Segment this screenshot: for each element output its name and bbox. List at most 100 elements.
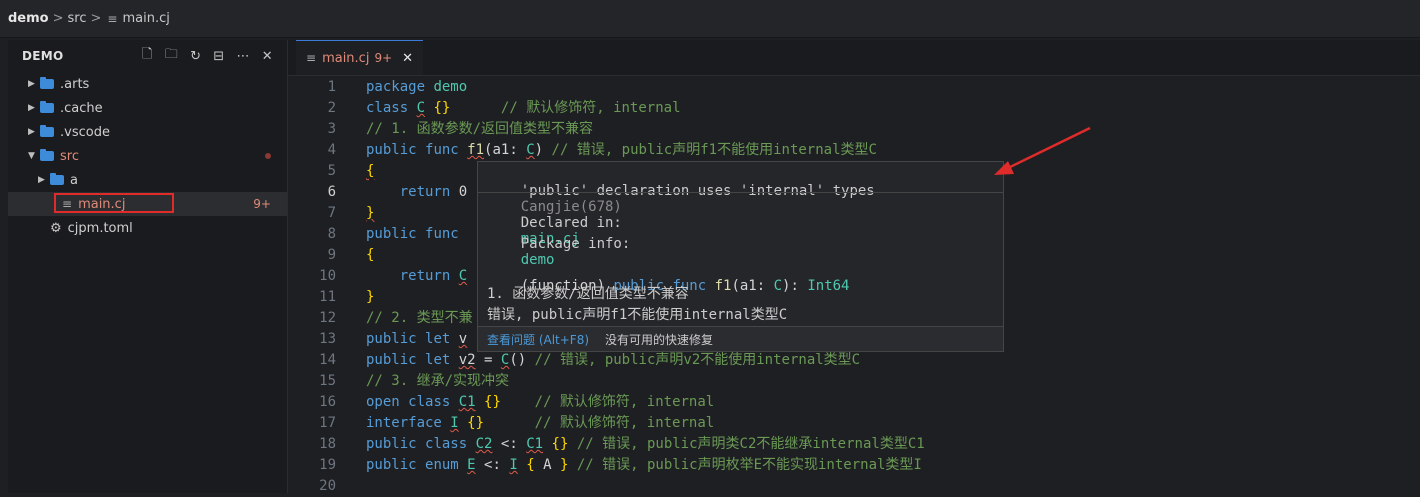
no-quick-fix-text: 没有可用的快速修复	[605, 332, 714, 347]
divider	[478, 192, 1003, 193]
breadcrumb-folder[interactable]: src	[68, 11, 87, 26]
chevron-right-icon: >	[90, 11, 102, 26]
code-text[interactable]: interface I {} // 默认修饰符, internal	[366, 413, 714, 434]
tab-problem-count: 9+	[374, 51, 393, 65]
folder-icon	[40, 125, 54, 137]
code-line[interactable]: 14 public let v2 = C() // 错误, public声明v2不…	[288, 350, 1420, 371]
code-line[interactable]: 2 class C {} // 默认修饰符, internal	[288, 98, 1420, 119]
folder-open-icon	[40, 149, 54, 161]
file-lines-icon: ≡	[306, 51, 317, 65]
package-label: Package info:	[520, 236, 631, 252]
tab-label: main.cj	[322, 50, 370, 66]
folder-icon	[50, 173, 64, 185]
code-text[interactable]: return C	[366, 266, 467, 287]
code-line[interactable]: 1 package demo	[288, 77, 1420, 98]
close-icon[interactable]: ✕	[262, 49, 273, 64]
code-text[interactable]: }	[366, 287, 374, 308]
code-text[interactable]: public let v	[366, 329, 467, 350]
chevron-down-icon: ▼	[28, 151, 35, 161]
explorer-sidebar: DEMO 🗋 🗀 ↻ ⊟ ⋯ ✕ ▶ .arts ▶ .cache ▶ .vsc…	[8, 40, 288, 493]
line-number: 2	[327, 100, 336, 116]
tree-item-arts[interactable]: ▶ .arts	[8, 72, 287, 96]
breadcrumb-root[interactable]: demo	[8, 11, 49, 26]
close-icon[interactable]: ✕	[402, 51, 413, 66]
code-text[interactable]: public func f1(a1: C) // 错误, public声明f1不…	[366, 140, 877, 161]
line-number: 6	[327, 184, 336, 200]
tree-item-vscode[interactable]: ▶ .vscode	[8, 120, 287, 144]
collapse-all-icon[interactable]: ⊟	[213, 49, 224, 64]
line-number: 16	[319, 394, 336, 410]
code-line[interactable]: 17 interface I {} // 默认修饰符, internal	[288, 413, 1420, 434]
tree-item-label: a	[70, 172, 78, 188]
code-text[interactable]: }	[366, 203, 374, 224]
tab-main-cj[interactable]: ≡ main.cj 9+ ✕	[296, 40, 424, 75]
more-icon[interactable]: ⋯	[236, 49, 249, 64]
code-line[interactable]: 18 public class C2 <: C1 {} // 错误, public…	[288, 434, 1420, 455]
explorer-header: DEMO 🗋 🗀 ↻ ⊟ ⋯ ✕	[8, 40, 287, 72]
line-number: 17	[319, 415, 336, 431]
new-folder-icon[interactable]: 🗀	[165, 45, 178, 67]
code-text[interactable]: return 0	[366, 182, 467, 203]
code-text[interactable]: public class C2 <: C1 {} // 错误, public声明…	[366, 434, 925, 455]
gear-icon: ⚙	[50, 220, 62, 236]
chevron-right-icon: >	[52, 11, 64, 26]
line-number: 15	[319, 373, 336, 389]
code-text[interactable]: open class C1 {} // 默认修饰符, internal	[366, 392, 714, 413]
chevron-right-icon: ▶	[28, 103, 35, 113]
line-number: 14	[319, 352, 336, 368]
code-text[interactable]: {	[366, 245, 374, 266]
tree-item-a[interactable]: ▶ a	[8, 168, 287, 192]
code-text[interactable]: // 2. 类型不兼	[366, 308, 473, 329]
diagnostic-message: 'public' declaration uses 'internal' typ…	[520, 183, 875, 199]
explorer-title: DEMO	[22, 49, 64, 63]
view-problem-link[interactable]: 查看问题 (Alt+F8)	[487, 331, 589, 348]
breadcrumb-file[interactable]: main.cj	[122, 11, 169, 26]
line-number: 20	[319, 478, 336, 494]
tree-item-src[interactable]: ▼ src	[8, 144, 287, 168]
code-text[interactable]: public let v2 = C() // 错误, public声明v2不能使…	[366, 350, 860, 371]
code-text[interactable]: // 3. 继承/实现冲突	[366, 371, 509, 392]
doc-line-2: 错误, public声明f1不能使用internal类型C	[487, 307, 788, 323]
code-line[interactable]: 4 public func f1(a1: C) // 错误, public声明f1…	[288, 140, 1420, 161]
code-line[interactable]: 19 public enum E <: I { A } // 错误, public…	[288, 455, 1420, 476]
hover-tooltip: 'public' declaration uses 'internal' typ…	[477, 161, 1004, 352]
line-number: 13	[319, 331, 336, 347]
line-number: 18	[319, 436, 336, 452]
refresh-icon[interactable]: ↻	[190, 49, 201, 64]
hover-status-bar: 查看问题 (Alt+F8) 没有可用的快速修复	[478, 326, 1003, 351]
annotation-arrow-icon	[994, 126, 1091, 175]
code-line[interactable]: 16 open class C1 {} // 默认修饰符, internal	[288, 392, 1420, 413]
line-number: 8	[327, 226, 336, 242]
tree-item-cache[interactable]: ▶ .cache	[8, 96, 287, 120]
line-number: 19	[319, 457, 336, 473]
tree-item-cjpm-toml[interactable]: ⚙ cjpm.toml	[8, 216, 287, 240]
folder-icon	[40, 101, 54, 113]
code-text[interactable]: package demo	[366, 77, 467, 98]
error-dot-badge	[265, 153, 271, 159]
line-number: 1	[327, 79, 336, 95]
annotation-highlight-box	[54, 193, 174, 213]
tree-item-label: .vscode	[60, 124, 110, 140]
code-line[interactable]: 20	[288, 476, 1420, 497]
tree-item-main-cj[interactable]: ≡ main.cj 9+	[8, 192, 287, 216]
code-line[interactable]: 15 // 3. 继承/实现冲突	[288, 371, 1420, 392]
doc-line-1: 1. 函数参数/返回值类型不兼容	[487, 286, 689, 302]
line-number: 3	[327, 121, 336, 137]
tree-item-label: src	[60, 148, 79, 164]
code-text[interactable]: public enum E <: I { A } // 错误, public声明…	[366, 455, 922, 476]
line-number: 9	[327, 247, 336, 263]
editor-tab-bar: ≡ main.cj 9+ ✕	[288, 40, 1420, 76]
code-text[interactable]: {	[366, 161, 374, 182]
chevron-right-icon: ▶	[28, 79, 35, 89]
code-text[interactable]: public func	[366, 224, 467, 245]
chevron-right-icon: ▶	[38, 175, 45, 185]
new-file-icon[interactable]: 🗋	[142, 45, 153, 67]
code-text[interactable]: class C {} // 默认修饰符, internal	[366, 98, 681, 119]
line-number: 4	[327, 142, 336, 158]
line-number: 7	[327, 205, 336, 221]
code-line[interactable]: 3 // 1. 函数参数/返回值类型不兼容	[288, 119, 1420, 140]
line-number: 10	[319, 268, 336, 284]
code-text[interactable]: // 1. 函数参数/返回值类型不兼容	[366, 119, 593, 140]
line-number: 12	[319, 310, 336, 326]
breadcrumb: demo > src > ≡ main.cj	[0, 0, 1420, 38]
